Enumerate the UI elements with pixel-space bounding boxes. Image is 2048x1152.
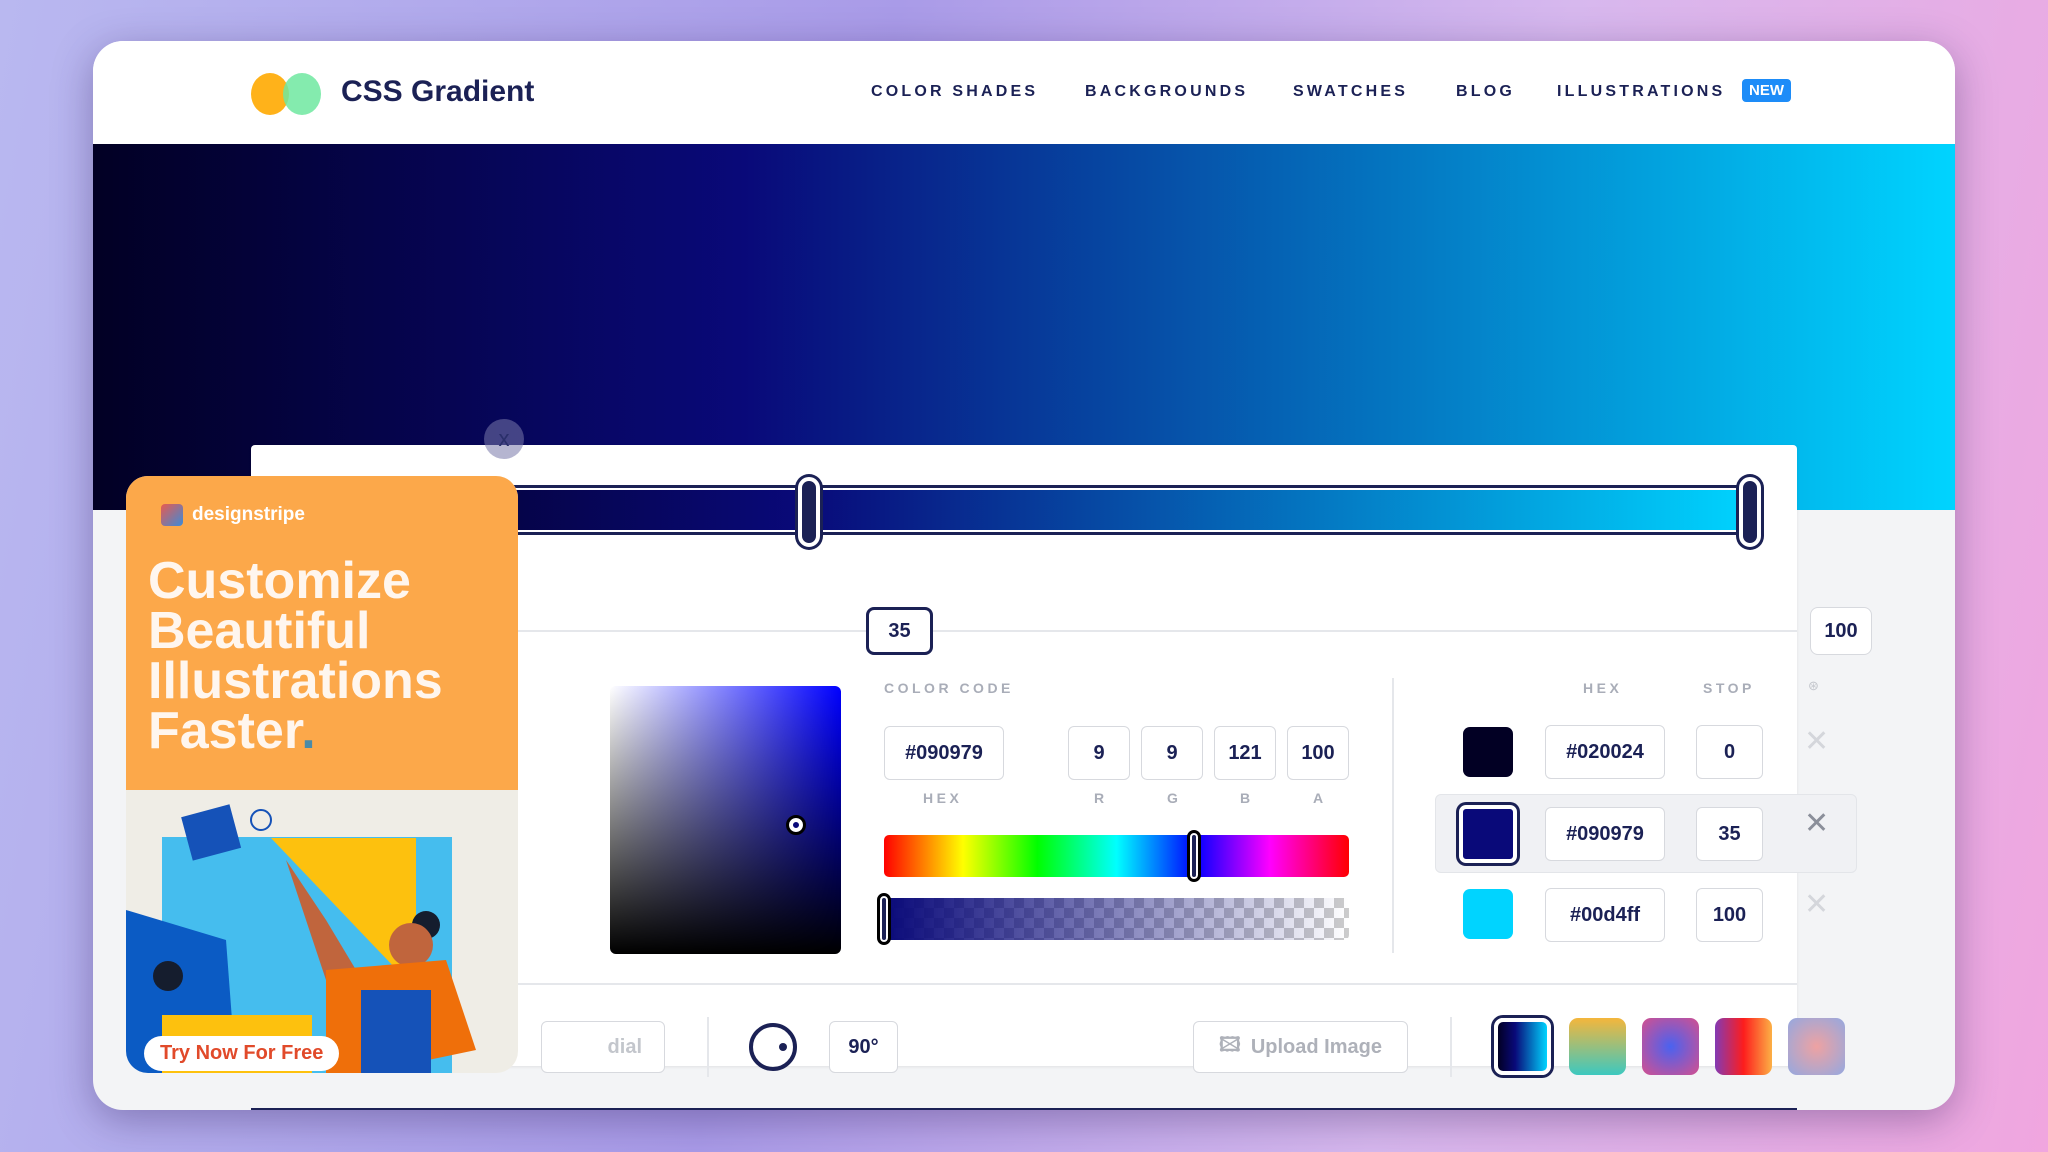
image-icon: 🖾 xyxy=(1219,1034,1241,1056)
g-label: G xyxy=(1167,790,1182,806)
r-label: R xyxy=(1094,790,1108,806)
stop-handle-35[interactable] xyxy=(798,477,820,547)
b-label: B xyxy=(1240,790,1254,806)
hex-label: HEX xyxy=(923,790,963,806)
stop-color-swatch[interactable] xyxy=(1463,889,1513,939)
logo-icon[interactable] xyxy=(250,73,325,115)
stop-value-input[interactable]: 0 xyxy=(1696,725,1763,779)
nav-swatches[interactable]: SWATCHES xyxy=(1293,83,1408,101)
ad-illustration xyxy=(126,804,476,1073)
stop-value-input[interactable]: 100 xyxy=(1696,888,1763,942)
browser-window: CSS Gradient COLOR SHADES BACKGROUNDS SW… xyxy=(93,41,1955,1110)
nav-blog[interactable]: BLOG xyxy=(1456,83,1515,101)
preset-gradient-3[interactable] xyxy=(1642,1018,1699,1075)
preset-gradient-1[interactable] xyxy=(1494,1018,1551,1075)
g-input[interactable]: 9 xyxy=(1141,726,1203,780)
radial-button[interactable]: dial xyxy=(541,1021,665,1073)
hex-column-header: HEX xyxy=(1583,680,1623,696)
a-input[interactable]: 100 xyxy=(1287,726,1349,780)
stop-color-swatch[interactable] xyxy=(1459,805,1517,863)
ad-headline-line: Illustrations xyxy=(148,652,443,710)
upload-image-button[interactable]: 🖾 Upload Image xyxy=(1193,1021,1408,1073)
stop-color-swatch[interactable] xyxy=(1463,727,1513,777)
divider xyxy=(1392,678,1394,953)
picker-cursor[interactable] xyxy=(786,815,806,835)
preset-gradient-4[interactable] xyxy=(1715,1018,1772,1075)
brand-name[interactable]: CSS Gradient xyxy=(341,75,534,109)
hue-slider-handle[interactable] xyxy=(1187,830,1201,882)
alpha-slider[interactable] xyxy=(884,898,1349,940)
ad-cta-button[interactable]: Try Now For Free xyxy=(144,1036,340,1071)
stop-column-header: STOP xyxy=(1703,680,1755,696)
nav-illustrations[interactable]: ILLUSTRATIONS xyxy=(1557,83,1725,101)
ad-headline-line: Beautiful xyxy=(148,602,371,660)
upload-image-label: Upload Image xyxy=(1250,1035,1382,1058)
ad-headline: Customize Beautiful Illustrations Faster… xyxy=(148,552,443,760)
nav-color-shades[interactable]: COLOR SHADES xyxy=(871,83,1038,101)
divider xyxy=(707,1017,709,1077)
designstripe-logo-icon xyxy=(161,504,183,526)
stop-handle-100[interactable] xyxy=(1739,477,1761,547)
divider xyxy=(1450,1017,1452,1077)
angle-input[interactable]: 90° xyxy=(829,1021,898,1073)
settings-icon[interactable]: ⊛ xyxy=(1808,678,1819,694)
ad-banner[interactable]: designstripe Customize Beautiful Illustr… xyxy=(126,476,518,1073)
close-ad-button[interactable]: x xyxy=(484,419,524,459)
preset-gradient-5[interactable] xyxy=(1788,1018,1845,1075)
stop-hex-input[interactable]: #020024 xyxy=(1545,725,1665,779)
color-code-label: COLOR CODE xyxy=(884,680,1014,696)
ad-brand: designstripe xyxy=(192,504,305,525)
ad-headline-line: Customize xyxy=(148,552,411,610)
hue-slider[interactable] xyxy=(884,835,1349,877)
stop-position-input[interactable]: 35 xyxy=(866,607,933,655)
saturation-picker[interactable] xyxy=(610,686,841,954)
site-header: CSS Gradient COLOR SHADES BACKGROUNDS SW… xyxy=(93,41,1955,144)
nav-backgrounds[interactable]: BACKGROUNDS xyxy=(1085,83,1248,101)
angle-dial-knob[interactable] xyxy=(779,1043,787,1051)
stop-hex-input[interactable]: #00d4ff xyxy=(1545,888,1665,942)
alpha-slider-handle[interactable] xyxy=(877,893,891,945)
ad-headline-line: Faster xyxy=(148,702,302,760)
stop-position-input[interactable]: 100 xyxy=(1810,607,1872,655)
preset-gradient-2[interactable] xyxy=(1569,1018,1626,1075)
new-badge: NEW xyxy=(1742,79,1791,102)
r-input[interactable]: 9 xyxy=(1068,726,1130,780)
remove-stop-icon[interactable]: ✕ xyxy=(1804,724,1829,759)
hex-input[interactable]: #090979 xyxy=(884,726,1004,780)
stop-value-input[interactable]: 35 xyxy=(1696,807,1763,861)
remove-stop-icon[interactable]: ✕ xyxy=(1804,887,1829,922)
a-label: A xyxy=(1313,790,1327,806)
remove-stop-icon[interactable]: ✕ xyxy=(1804,806,1829,841)
stop-hex-input[interactable]: #090979 xyxy=(1545,807,1665,861)
next-section-edge xyxy=(251,1108,1797,1110)
b-input[interactable]: 121 xyxy=(1214,726,1276,780)
angle-dial[interactable] xyxy=(749,1023,797,1071)
